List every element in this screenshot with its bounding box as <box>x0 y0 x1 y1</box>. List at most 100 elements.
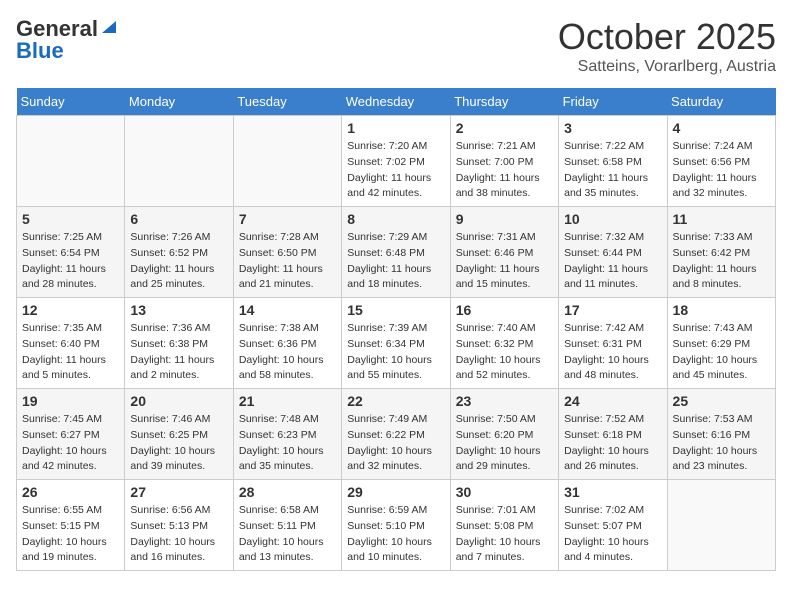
day-number: 9 <box>456 211 553 227</box>
calendar-cell: 20 Sunrise: 7:46 AM Sunset: 6:25 PM Dayli… <box>125 389 233 480</box>
calendar-week-row: 1 Sunrise: 7:20 AM Sunset: 7:02 PM Daylig… <box>17 116 776 207</box>
day-info: Sunrise: 7:53 AM Sunset: 6:16 PM Dayligh… <box>673 412 770 475</box>
calendar-week-row: 12 Sunrise: 7:35 AM Sunset: 6:40 PM Dayli… <box>17 298 776 389</box>
col-tuesday: Tuesday <box>233 88 341 116</box>
day-number: 7 <box>239 211 336 227</box>
day-info: Sunrise: 7:35 AM Sunset: 6:40 PM Dayligh… <box>22 321 119 384</box>
calendar-cell: 16Sunrise: 7:40 AM Sunset: 6:32 PM Dayli… <box>450 298 558 389</box>
day-info: Sunrise: 6:55 AM Sunset: 5:15 PM Dayligh… <box>22 503 119 566</box>
calendar-cell: 3 Sunrise: 7:22 AM Sunset: 6:58 PM Daylig… <box>559 116 667 207</box>
calendar-cell <box>667 480 775 571</box>
day-info: Sunrise: 7:21 AM Sunset: 7:00 PM Dayligh… <box>456 139 553 202</box>
day-number: 17 <box>564 302 661 318</box>
calendar-cell: 6 Sunrise: 7:26 AM Sunset: 6:52 PM Daylig… <box>125 207 233 298</box>
col-thursday: Thursday <box>450 88 558 116</box>
calendar-cell: 23Sunrise: 7:50 AM Sunset: 6:20 PM Dayli… <box>450 389 558 480</box>
calendar-cell: 2 Sunrise: 7:21 AM Sunset: 7:00 PM Daylig… <box>450 116 558 207</box>
calendar-cell: 18 Sunrise: 7:43 AM Sunset: 6:29 PM Dayli… <box>667 298 775 389</box>
day-info: Sunrise: 7:39 AM Sunset: 6:34 PM Dayligh… <box>347 321 444 384</box>
day-number: 14 <box>239 302 336 318</box>
calendar-cell: 10 Sunrise: 7:32 AM Sunset: 6:44 PM Dayli… <box>559 207 667 298</box>
day-info: Sunrise: 7:31 AM Sunset: 6:46 PM Dayligh… <box>456 230 553 293</box>
day-info: Sunrise: 7:02 AM Sunset: 5:07 PM Dayligh… <box>564 503 661 566</box>
logo-blue-text: Blue <box>16 38 64 64</box>
col-wednesday: Wednesday <box>342 88 450 116</box>
day-info: Sunrise: 7:24 AM Sunset: 6:56 PM Dayligh… <box>673 139 770 202</box>
calendar-week-row: 26 Sunrise: 6:55 AM Sunset: 5:15 PM Dayli… <box>17 480 776 571</box>
title-section: October 2025 Satteins, Vorarlberg, Austr… <box>558 16 776 76</box>
logo: General Blue <box>16 16 118 64</box>
day-number: 22 <box>347 393 444 409</box>
day-number: 5 <box>22 211 119 227</box>
calendar-cell: 4 Sunrise: 7:24 AM Sunset: 6:56 PM Daylig… <box>667 116 775 207</box>
calendar-cell: 31Sunrise: 7:02 AM Sunset: 5:07 PM Dayli… <box>559 480 667 571</box>
calendar-cell: 30 Sunrise: 7:01 AM Sunset: 5:08 PM Dayli… <box>450 480 558 571</box>
day-info: Sunrise: 7:45 AM Sunset: 6:27 PM Dayligh… <box>22 412 119 475</box>
calendar-subtitle: Satteins, Vorarlberg, Austria <box>558 58 776 76</box>
day-number: 25 <box>673 393 770 409</box>
day-info: Sunrise: 7:28 AM Sunset: 6:50 PM Dayligh… <box>239 230 336 293</box>
day-number: 26 <box>22 484 119 500</box>
calendar-cell: 21Sunrise: 7:48 AM Sunset: 6:23 PM Dayli… <box>233 389 341 480</box>
calendar-cell: 14 Sunrise: 7:38 AM Sunset: 6:36 PM Dayli… <box>233 298 341 389</box>
day-number: 6 <box>130 211 227 227</box>
day-number: 13 <box>130 302 227 318</box>
calendar-cell: 17 Sunrise: 7:42 AM Sunset: 6:31 PM Dayli… <box>559 298 667 389</box>
day-number: 3 <box>564 120 661 136</box>
day-number: 10 <box>564 211 661 227</box>
day-info: Sunrise: 7:01 AM Sunset: 5:08 PM Dayligh… <box>456 503 553 566</box>
calendar-cell: 13 Sunrise: 7:36 AM Sunset: 6:38 PM Dayli… <box>125 298 233 389</box>
day-number: 2 <box>456 120 553 136</box>
day-info: Sunrise: 7:52 AM Sunset: 6:18 PM Dayligh… <box>564 412 661 475</box>
calendar-week-row: 19Sunrise: 7:45 AM Sunset: 6:27 PM Dayli… <box>17 389 776 480</box>
day-info: Sunrise: 6:56 AM Sunset: 5:13 PM Dayligh… <box>130 503 227 566</box>
day-info: Sunrise: 7:42 AM Sunset: 6:31 PM Dayligh… <box>564 321 661 384</box>
day-info: Sunrise: 7:49 AM Sunset: 6:22 PM Dayligh… <box>347 412 444 475</box>
calendar-cell: 28 Sunrise: 6:58 AM Sunset: 5:11 PM Dayli… <box>233 480 341 571</box>
day-info: Sunrise: 6:58 AM Sunset: 5:11 PM Dayligh… <box>239 503 336 566</box>
day-number: 18 <box>673 302 770 318</box>
day-info: Sunrise: 7:32 AM Sunset: 6:44 PM Dayligh… <box>564 230 661 293</box>
day-info: Sunrise: 7:20 AM Sunset: 7:02 PM Dayligh… <box>347 139 444 202</box>
calendar-cell: 7 Sunrise: 7:28 AM Sunset: 6:50 PM Daylig… <box>233 207 341 298</box>
day-number: 29 <box>347 484 444 500</box>
day-info: Sunrise: 7:25 AM Sunset: 6:54 PM Dayligh… <box>22 230 119 293</box>
calendar-cell: 12 Sunrise: 7:35 AM Sunset: 6:40 PM Dayli… <box>17 298 125 389</box>
day-number: 12 <box>22 302 119 318</box>
calendar-cell: 19Sunrise: 7:45 AM Sunset: 6:27 PM Dayli… <box>17 389 125 480</box>
day-info: Sunrise: 7:33 AM Sunset: 6:42 PM Dayligh… <box>673 230 770 293</box>
col-saturday: Saturday <box>667 88 775 116</box>
day-number: 8 <box>347 211 444 227</box>
day-number: 1 <box>347 120 444 136</box>
day-number: 30 <box>456 484 553 500</box>
calendar-cell: 22 Sunrise: 7:49 AM Sunset: 6:22 PM Dayli… <box>342 389 450 480</box>
calendar-cell: 24 Sunrise: 7:52 AM Sunset: 6:18 PM Dayli… <box>559 389 667 480</box>
day-info: Sunrise: 7:36 AM Sunset: 6:38 PM Dayligh… <box>130 321 227 384</box>
calendar-cell: 11Sunrise: 7:33 AM Sunset: 6:42 PM Dayli… <box>667 207 775 298</box>
day-number: 20 <box>130 393 227 409</box>
day-info: Sunrise: 7:38 AM Sunset: 6:36 PM Dayligh… <box>239 321 336 384</box>
day-number: 27 <box>130 484 227 500</box>
day-number: 28 <box>239 484 336 500</box>
day-info: Sunrise: 7:22 AM Sunset: 6:58 PM Dayligh… <box>564 139 661 202</box>
calendar-table: Sunday Monday Tuesday Wednesday Thursday… <box>16 88 776 571</box>
calendar-cell: 25 Sunrise: 7:53 AM Sunset: 6:16 PM Dayli… <box>667 389 775 480</box>
col-friday: Friday <box>559 88 667 116</box>
calendar-cell: 15Sunrise: 7:39 AM Sunset: 6:34 PM Dayli… <box>342 298 450 389</box>
calendar-cell: 9 Sunrise: 7:31 AM Sunset: 6:46 PM Daylig… <box>450 207 558 298</box>
day-number: 24 <box>564 393 661 409</box>
day-info: Sunrise: 7:48 AM Sunset: 6:23 PM Dayligh… <box>239 412 336 475</box>
day-info: Sunrise: 6:59 AM Sunset: 5:10 PM Dayligh… <box>347 503 444 566</box>
day-info: Sunrise: 7:46 AM Sunset: 6:25 PM Dayligh… <box>130 412 227 475</box>
col-monday: Monday <box>125 88 233 116</box>
day-info: Sunrise: 7:26 AM Sunset: 6:52 PM Dayligh… <box>130 230 227 293</box>
day-info: Sunrise: 7:43 AM Sunset: 6:29 PM Dayligh… <box>673 321 770 384</box>
day-number: 23 <box>456 393 553 409</box>
calendar-cell: 29 Sunrise: 6:59 AM Sunset: 5:10 PM Dayli… <box>342 480 450 571</box>
page-header: General Blue October 2025 Satteins, Vora… <box>16 16 776 76</box>
day-info: Sunrise: 7:40 AM Sunset: 6:32 PM Dayligh… <box>456 321 553 384</box>
calendar-cell <box>233 116 341 207</box>
day-number: 4 <box>673 120 770 136</box>
logo-triangle-icon <box>100 17 118 40</box>
calendar-cell: 5 Sunrise: 7:25 AM Sunset: 6:54 PM Daylig… <box>17 207 125 298</box>
